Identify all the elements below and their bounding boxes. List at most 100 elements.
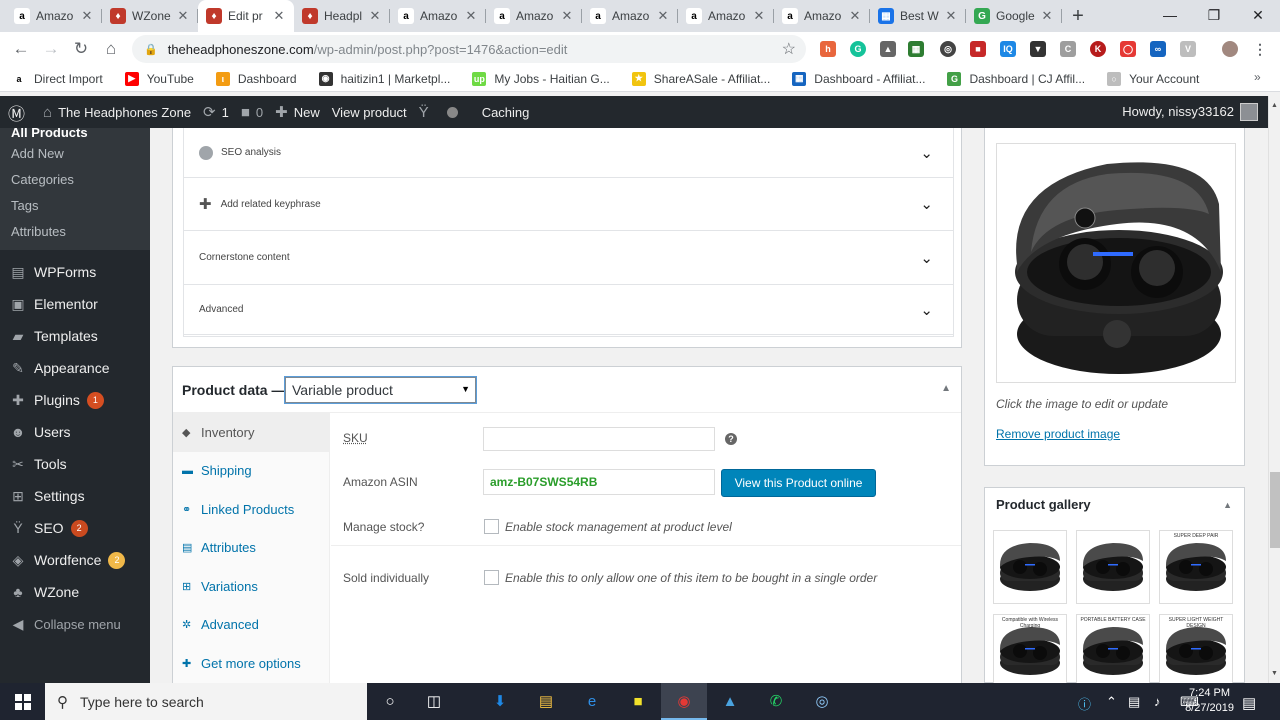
scroll-down-icon[interactable]: ▼ [1271,670,1278,677]
close-tab-icon[interactable]: ✕ [656,8,670,24]
back-icon[interactable]: ← [6,34,36,64]
extension-icon[interactable]: ▦ [908,41,924,57]
close-tab-icon[interactable]: ✕ [464,8,478,24]
bookmark-item[interactable]: ○ Your Account [1107,71,1199,86]
sidebar-item[interactable]: ◀ Collapse menu [0,608,150,640]
sidebar-item[interactable]: ◈ Wordfence 2 [0,544,150,576]
remove-product-image-link[interactable]: Remove product image [996,427,1120,441]
scrollbar-thumb[interactable] [1270,472,1280,548]
product-data-tab[interactable]: ⚭ Linked Products [173,490,329,529]
gallery-thumbnail[interactable] [1076,530,1150,604]
minimize-icon[interactable]: — [1148,0,1192,30]
new-content-link[interactable]: ✚ New [275,103,320,121]
taskbar-search-input[interactable]: ⚲ Type here to search [45,683,367,720]
sticky-notes-icon[interactable]: ■ [626,689,650,713]
product-data-tab[interactable]: ✚ Get more options [173,644,329,683]
wordpress-logo-icon[interactable]: Ⓜ [8,100,31,125]
sidebar-item[interactable]: ▣ Elementor [0,288,150,320]
browser-tab[interactable]: ♦ Edit pr ✕ [198,0,294,32]
site-name-link[interactable]: ⌂ The Headphones Zone [43,104,191,121]
forward-icon[interactable]: → [36,34,66,64]
submenu-item[interactable]: All Products [0,128,150,140]
close-tab-icon[interactable]: ✕ [848,8,862,24]
product-type-select[interactable]: Variable product ▼ [285,377,476,403]
bookmark-item[interactable]: ι Dashboard [215,71,297,86]
sidebar-item[interactable]: ☻ Users [0,416,150,448]
reload-icon[interactable]: ↻ [66,34,96,64]
extension-icon[interactable]: h [820,41,836,57]
browser-tab[interactable]: G Google ✕ [966,0,1062,32]
bookmark-item[interactable]: up My Jobs - Haitian G... [472,71,610,86]
close-tab-icon[interactable]: ✕ [1040,8,1054,24]
submenu-item[interactable]: Categories [0,166,150,192]
network-icon[interactable]: ▤ [1128,694,1140,710]
bookmarks-overflow-icon[interactable]: » [1254,70,1261,84]
avatar[interactable] [1240,103,1258,121]
submenu-item[interactable]: Tags [0,192,150,218]
task-view-icon[interactable]: ◫ [422,689,446,713]
product-data-tab[interactable]: ◆ Inventory [173,413,329,452]
new-tab-icon[interactable]: + [1062,0,1094,32]
manage-stock-checkbox[interactable] [484,519,499,534]
extension-icon[interactable]: ■ [970,41,986,57]
bookmark-item[interactable]: G Dashboard | CJ Affil... [947,71,1085,86]
collapse-toggle-icon[interactable]: ▲ [941,383,951,394]
sold-individually-checkbox[interactable] [484,570,499,585]
home-icon[interactable]: ⌂ [96,34,126,64]
edge-icon[interactable]: e [580,689,604,713]
help-icon[interactable]: ⓘ [1078,694,1091,713]
close-tab-icon[interactable]: ✕ [944,8,958,24]
sidebar-item[interactable]: ▤ WPForms [0,256,150,288]
browser-tab[interactable]: ▦ Best W ✕ [870,0,966,32]
product-image[interactable] [996,143,1236,383]
gallery-thumbnail[interactable] [993,530,1067,604]
bookmark-item[interactable]: ★ ShareASale - Affiliat... [631,71,770,86]
url-input[interactable]: 🔒 theheadphoneszone.com/wp-admin/post.ph… [132,35,806,63]
profile-avatar[interactable] [1222,41,1238,57]
gallery-thumbnail[interactable]: PORTABLE BATTERY CASE [1076,614,1150,683]
extension-icon[interactable]: K [1090,41,1106,57]
browser-tab[interactable]: a Amazo ✕ [678,0,774,32]
submenu-item[interactable]: Add New [0,140,150,166]
sidebar-item[interactable]: ♣ WZone [0,576,150,608]
yoast-collapsible-row[interactable]: SEO analysis ⌄ [184,128,953,178]
collapse-toggle-icon[interactable]: ▲ [1223,500,1232,510]
chrome-icon[interactable]: ◉ [672,689,696,713]
updates-link[interactable]: ⟳ 1 [203,103,229,121]
bookmark-item[interactable]: ◉ haitizin1 | Marketpl... [318,71,450,86]
bookmark-star-icon[interactable]: ☆ [782,39,796,59]
extension-icon[interactable]: ∞ [1150,41,1166,57]
app-icon[interactable]: ◎ [810,689,834,713]
extension-icon[interactable]: ▼ [1030,41,1046,57]
yoast-collapsible-row[interactable]: ✚ Add related keyphrase ⌄ [184,178,953,231]
chrome-menu-icon[interactable]: ⋮ [1252,41,1268,57]
close-tab-icon[interactable]: ✕ [80,8,94,24]
browser-tab[interactable]: a Amazo ✕ [486,0,582,32]
close-tab-icon[interactable]: ✕ [752,8,766,24]
notifications-icon[interactable]: ▤ [1242,694,1256,712]
browser-tab[interactable]: a Amazo ✕ [582,0,678,32]
whatsapp-icon[interactable]: ✆ [764,689,788,713]
extension-icon[interactable]: ▲ [880,41,896,57]
close-window-icon[interactable]: ✕ [1236,0,1280,30]
yoast-collapsible-row[interactable]: Advanced ⌄ [184,285,953,335]
gallery-thumbnail[interactable]: SUPER LIGHT WEIGHT DESIGN [1159,614,1233,683]
help-icon[interactable]: ? [725,433,737,445]
caching-link[interactable]: Caching [482,105,530,120]
tray-expand-icon[interactable]: ⌃ [1106,694,1117,710]
sidebar-item[interactable]: ✂ Tools [0,448,150,480]
volume-icon[interactable]: ♪ [1154,694,1161,709]
product-data-tab[interactable]: ▬ Shipping [173,452,329,491]
app-icon[interactable]: ▲ [718,689,742,713]
browser-tab[interactable]: ♦ Headpl ✕ [294,0,390,32]
sidebar-item[interactable]: ✚ Plugins 1 [0,384,150,416]
sidebar-item[interactable]: ⊞ Settings [0,480,150,512]
yoast-collapsible-row[interactable]: Cornerstone content ⌄ [184,231,953,285]
view-product-online-button[interactable]: View this Product online [721,469,876,497]
howdy-user[interactable]: Howdy, nissy33162 [1122,104,1234,119]
product-data-tab[interactable]: ✲ Advanced [173,606,329,645]
close-tab-icon[interactable]: ✕ [368,8,382,24]
browser-tab[interactable]: ♦ WZone ✕ [102,0,198,32]
taskbar-clock[interactable]: 7:24 PM 8/27/2019 [1185,686,1234,716]
browser-tab[interactable]: a Amazo ✕ [390,0,486,32]
